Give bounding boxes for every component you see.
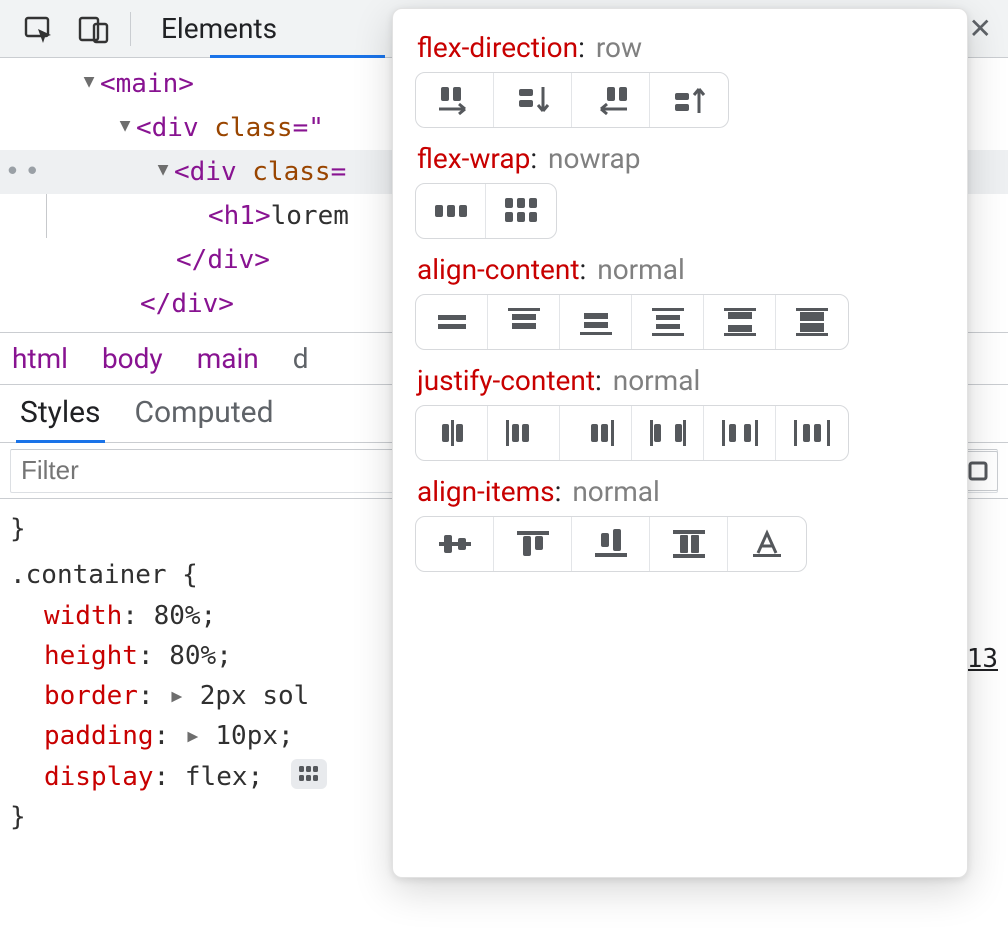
source-link[interactable]: 13 [967, 644, 998, 674]
popover-section-align-items: align-items: normal [415, 475, 947, 572]
opt-justify-content-flex-end[interactable] [560, 406, 632, 460]
flexbox-editor-popover: flex-direction: row [392, 8, 968, 878]
breadcrumb-item[interactable]: main [197, 342, 259, 375]
toolbar-separator [130, 12, 131, 46]
opt-align-items-stretch[interactable] [650, 517, 728, 571]
close-icon[interactable]: ✕ [969, 12, 992, 45]
breadcrumb-item[interactable]: body [102, 342, 163, 375]
flex-property-value: normal [572, 475, 660, 508]
opt-flex-direction-column[interactable] [494, 73, 572, 127]
flex-property-value: normal [597, 253, 685, 286]
opt-justify-content-space-evenly[interactable] [776, 406, 848, 460]
opt-align-items-flex-start[interactable] [494, 517, 572, 571]
opt-align-content-flex-start[interactable] [488, 295, 560, 349]
breadcrumb-item[interactable]: d [293, 342, 309, 375]
opt-flex-direction-column-reverse[interactable] [650, 73, 728, 127]
disclosure-triangle-icon[interactable]: ▼ [154, 155, 172, 185]
popover-section-flex-direction: flex-direction: row [415, 31, 947, 128]
tab-elements[interactable]: Elements [145, 0, 293, 57]
opt-align-items-flex-end[interactable] [572, 517, 650, 571]
seg-justify-content [415, 405, 849, 461]
opt-justify-content-center[interactable] [416, 406, 488, 460]
popover-section-justify-content: justify-content: normal [415, 364, 947, 461]
device-toggle-icon[interactable] [74, 9, 114, 49]
opt-flex-direction-row-reverse[interactable] [572, 73, 650, 127]
inspect-element-icon[interactable] [18, 9, 58, 49]
opt-align-content-space-between[interactable] [704, 295, 776, 349]
flex-property-label: flex-direction [417, 31, 578, 64]
opt-justify-content-flex-start[interactable] [488, 406, 560, 460]
seg-align-content [415, 294, 849, 350]
flex-property-label: align-items [417, 475, 555, 508]
seg-align-items [415, 516, 807, 572]
opt-align-items-center[interactable] [416, 517, 494, 571]
opt-align-content-stretch[interactable] [776, 295, 848, 349]
opt-justify-content-space-around[interactable] [704, 406, 776, 460]
opt-justify-content-space-between[interactable] [632, 406, 704, 460]
flex-property-label: flex-wrap [417, 142, 530, 175]
disclosure-triangle-icon[interactable]: ▼ [116, 111, 134, 141]
shorthand-expand-icon[interactable]: ▼ [163, 692, 191, 703]
selected-line-indicator: ••• [0, 151, 46, 194]
opt-align-content-flex-end[interactable] [560, 295, 632, 349]
seg-flex-direction [415, 72, 729, 128]
popover-section-flex-wrap: flex-wrap: nowrap [415, 142, 947, 239]
tab-computed[interactable]: Computed [133, 385, 276, 442]
flex-property-label: justify-content [417, 364, 595, 397]
shorthand-expand-icon[interactable]: ▼ [178, 732, 206, 743]
opt-align-content-space-around[interactable] [632, 295, 704, 349]
opt-flex-wrap-nowrap[interactable] [416, 184, 486, 238]
seg-flex-wrap [415, 183, 557, 239]
flex-editor-chip-icon[interactable] [291, 759, 327, 789]
opt-align-content-center[interactable] [416, 295, 488, 349]
opt-flex-wrap-wrap[interactable] [486, 184, 556, 238]
flex-property-label: align-content [417, 253, 580, 286]
flex-property-value: normal [613, 364, 701, 397]
popover-section-align-content: align-content: normal [415, 253, 947, 350]
flex-property-value: nowrap [548, 142, 640, 175]
breadcrumb-item[interactable]: html [12, 342, 68, 375]
flex-property-value: row [596, 31, 642, 64]
tab-styles[interactable]: Styles [18, 385, 103, 442]
opt-flex-direction-row[interactable] [416, 73, 494, 127]
opt-align-items-baseline[interactable] [728, 517, 806, 571]
disclosure-triangle-icon[interactable]: ▼ [80, 67, 98, 97]
